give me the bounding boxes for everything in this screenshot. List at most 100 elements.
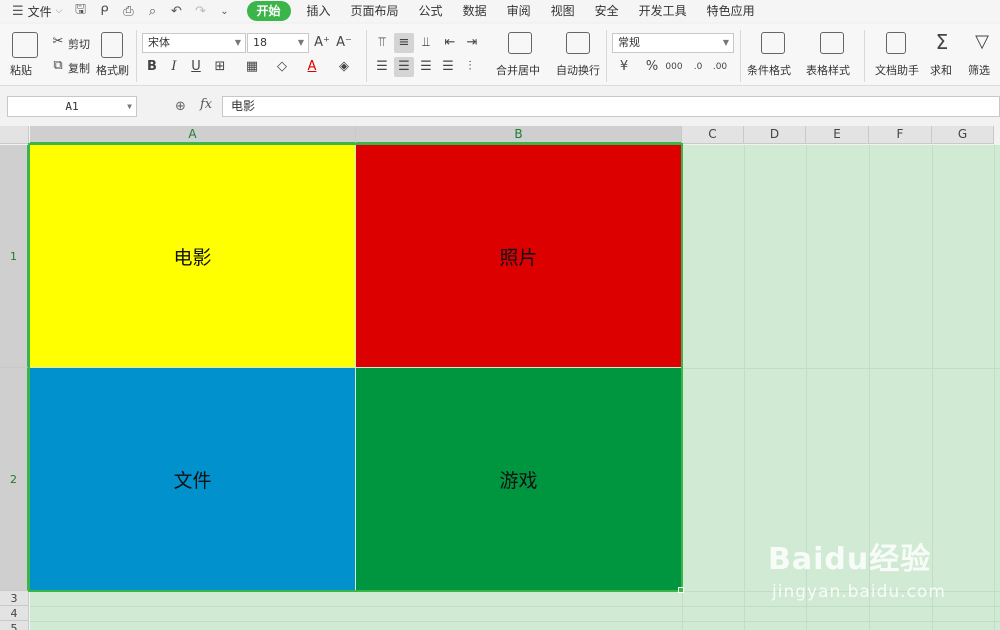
copy-button[interactable]: 复制 xyxy=(68,60,90,76)
decrease-font-icon[interactable]: A⁻ xyxy=(334,33,354,53)
sum-button[interactable]: 求和 xyxy=(930,62,952,78)
format-painter-button[interactable]: 格式刷 xyxy=(96,62,129,78)
cell-a1-text: 电影 xyxy=(173,246,212,269)
ribbon: 粘贴 ✂ 剪切 ⧉ 复制 格式刷 宋体 ▼ 18 ▼ A⁺ A⁻ B I U ⊞… xyxy=(0,24,1000,86)
tab-insert[interactable]: 插入 xyxy=(307,1,331,21)
font-size-select[interactable]: 18 ▼ xyxy=(247,33,309,53)
tab-formulas[interactable]: 公式 xyxy=(419,1,443,21)
align-right-icon[interactable]: ☰ xyxy=(416,57,436,77)
customize-chevron-icon[interactable]: ⌄ xyxy=(217,6,233,17)
filter-icon[interactable]: ▽ xyxy=(972,32,992,58)
align-center-icon[interactable]: ☰ xyxy=(394,57,414,77)
zoom-icon[interactable]: ⊕ xyxy=(175,99,186,114)
conditional-format-icon[interactable] xyxy=(761,32,785,54)
conditional-format-button[interactable]: 条件格式 xyxy=(747,62,791,78)
underline-icon[interactable]: U xyxy=(186,57,206,77)
paste-button[interactable]: 粘贴 xyxy=(10,62,32,78)
formula-bar: A1 ▼ ⊕ fx 电影 xyxy=(0,88,1000,124)
fill-color-icon[interactable]: ◇ xyxy=(272,57,292,77)
table-style-button[interactable]: 表格样式 xyxy=(806,62,850,78)
currency-icon[interactable]: ¥ xyxy=(614,57,634,77)
wrap-text-button[interactable]: 自动换行 xyxy=(556,62,600,78)
row-header-5[interactable]: 5 xyxy=(0,621,29,630)
tab-review[interactable]: 审阅 xyxy=(507,1,531,21)
column-header-f[interactable]: F xyxy=(869,126,932,144)
bold-icon[interactable]: B xyxy=(142,57,162,77)
save-icon[interactable]: 🖫 xyxy=(73,0,89,22)
format-painter-icon[interactable] xyxy=(101,32,123,58)
distributed-align-icon[interactable]: ⫶ xyxy=(460,57,480,77)
print-icon[interactable]: ⎙ xyxy=(121,4,137,19)
clear-format-icon[interactable]: ◈ xyxy=(334,57,354,77)
column-header-a[interactable]: A xyxy=(30,126,356,144)
chevron-down-icon: ▼ xyxy=(127,102,132,111)
tab-data[interactable]: 数据 xyxy=(463,1,487,21)
align-bottom-icon[interactable]: ⫫ xyxy=(416,33,436,53)
cut-icon[interactable]: ✂ xyxy=(48,32,68,52)
file-menu[interactable]: ☰ 文件 ⌵ xyxy=(0,0,63,22)
cell-style-icon[interactable]: ▦ xyxy=(242,57,262,77)
border-icon[interactable]: ⊞ xyxy=(210,57,230,77)
formula-input[interactable]: 电影 xyxy=(222,96,1000,117)
table-style-icon[interactable] xyxy=(820,32,844,54)
row-header-1[interactable]: 1 xyxy=(0,145,29,368)
cell-a1[interactable]: 电影 xyxy=(30,145,355,367)
ribbon-tabs: 开始 插入 页面布局 公式 数据 审阅 视图 安全 开发工具 特色应用 xyxy=(241,1,765,21)
print-preview-icon[interactable]: ⌕ xyxy=(145,4,161,19)
select-all-corner[interactable] xyxy=(0,126,29,144)
insert-function-button[interactable]: fx xyxy=(200,97,212,112)
cell-b1[interactable]: 照片 xyxy=(356,145,681,367)
align-middle-icon[interactable]: ≡ xyxy=(394,33,414,53)
doc-assistant-icon[interactable] xyxy=(886,32,906,54)
filter-button[interactable]: 筛选 xyxy=(968,62,990,78)
copy-icon[interactable]: ⧉ xyxy=(48,56,68,76)
redo-icon[interactable]: ↷ xyxy=(193,4,209,19)
column-header-b[interactable]: B xyxy=(356,126,682,144)
align-left-icon[interactable]: ☰ xyxy=(372,57,392,77)
decrease-indent-icon[interactable]: ⇤ xyxy=(440,33,460,53)
thousands-icon[interactable]: 000 xyxy=(664,57,684,77)
baidu-watermark: Baidu经验 jingyan.baidu.com xyxy=(768,528,998,608)
percent-icon[interactable]: % xyxy=(642,57,662,77)
paste-icon[interactable] xyxy=(12,32,38,58)
gridline xyxy=(682,145,683,630)
increase-font-icon[interactable]: A⁺ xyxy=(312,33,332,53)
column-header-e[interactable]: E xyxy=(806,126,869,144)
output-pdf-icon[interactable]: ᑭ xyxy=(97,4,113,19)
tab-security[interactable]: 安全 xyxy=(595,1,619,21)
cell-b2[interactable]: 游戏 xyxy=(356,368,681,590)
tab-page-layout[interactable]: 页面布局 xyxy=(351,1,399,21)
row-header-2[interactable]: 2 xyxy=(0,368,29,591)
merge-center-icon[interactable] xyxy=(508,32,532,54)
font-color-icon[interactable]: A xyxy=(302,57,322,77)
tab-developer[interactable]: 开发工具 xyxy=(639,1,687,21)
cell-a2[interactable]: 文件 xyxy=(30,368,355,590)
decrease-decimal-icon[interactable]: .00 xyxy=(710,57,730,77)
tab-special-apps[interactable]: 特色应用 xyxy=(707,1,755,21)
sum-icon[interactable]: Σ xyxy=(932,32,952,58)
tab-view[interactable]: 视图 xyxy=(551,1,575,21)
number-format-select[interactable]: 常规 ▼ xyxy=(612,33,734,53)
column-header-c[interactable]: C xyxy=(682,126,744,144)
increase-indent-icon[interactable]: ⇥ xyxy=(462,33,482,53)
row-header-4[interactable]: 4 xyxy=(0,606,29,621)
increase-decimal-icon[interactable]: .0 xyxy=(688,57,708,77)
name-box[interactable]: A1 ▼ xyxy=(7,96,137,117)
cell-b2-text: 游戏 xyxy=(499,469,538,492)
doc-assistant-button[interactable]: 文档助手 xyxy=(875,62,919,78)
menu-bar: ☰ 文件 ⌵ 🖫 ᑭ ⎙ ⌕ ↶ ↷ ⌄ 开始 插入 页面布局 公式 数据 审阅… xyxy=(0,0,1000,22)
row-header-3[interactable]: 3 xyxy=(0,591,29,606)
fill-handle[interactable] xyxy=(678,587,684,593)
align-top-icon[interactable]: ⫪ xyxy=(372,33,392,53)
column-header-g[interactable]: G xyxy=(932,126,994,144)
font-name-select[interactable]: 宋体 ▼ xyxy=(142,33,246,53)
merge-center-button[interactable]: 合并居中 xyxy=(496,62,540,78)
undo-icon[interactable]: ↶ xyxy=(169,4,185,19)
wrap-text-icon[interactable] xyxy=(566,32,590,54)
cut-button[interactable]: 剪切 xyxy=(68,36,90,52)
justify-icon[interactable]: ☰ xyxy=(438,57,458,77)
divider xyxy=(864,30,865,82)
italic-icon[interactable]: I xyxy=(164,57,184,77)
tab-home[interactable]: 开始 xyxy=(246,1,291,21)
column-header-d[interactable]: D xyxy=(744,126,806,144)
